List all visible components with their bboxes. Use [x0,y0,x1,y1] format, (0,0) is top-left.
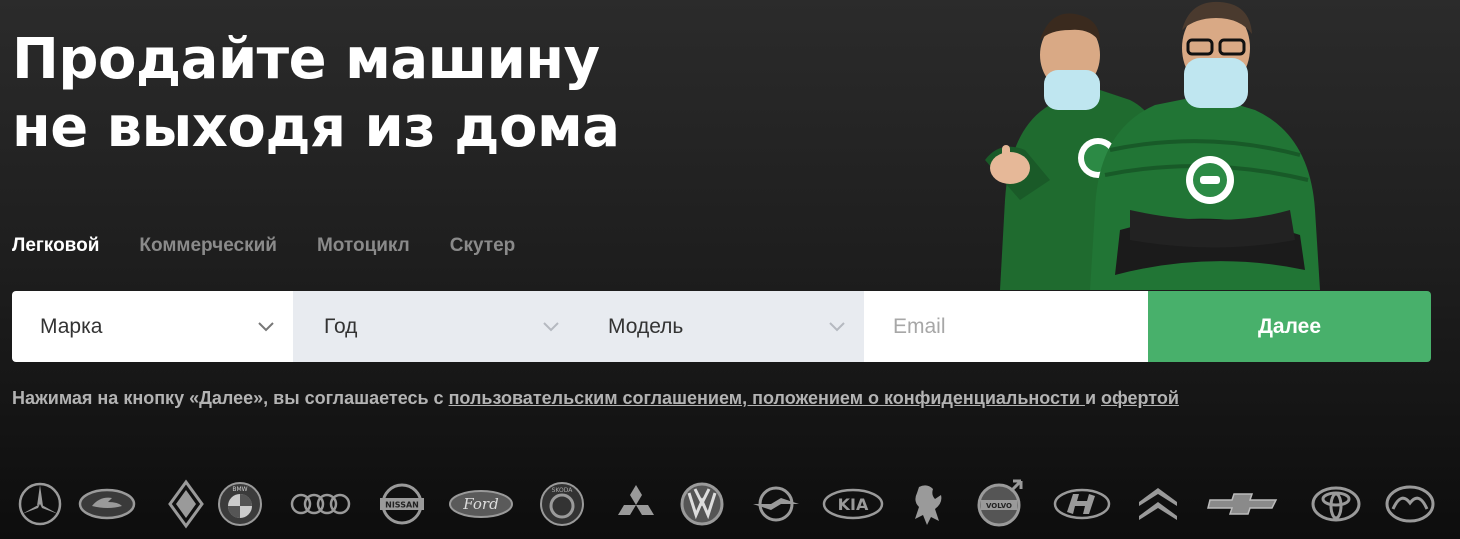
skoda-logo-icon[interactable]: SKODA [532,478,592,530]
toyota-logo-icon[interactable] [1306,478,1366,530]
model-select-value: Модель [608,314,684,338]
chevron-down-icon [828,318,846,336]
vehicle-type-tabs: Легковой Коммерческий Мотоцикл Скутер [12,234,555,258]
volkswagen-logo-icon[interactable] [672,478,732,530]
ford-logo-icon[interactable]: Ford [446,478,516,530]
skoda-logo-text: SKODA [552,487,574,494]
nissan-logo-text: NISSAN [385,501,419,510]
tab-scooter[interactable]: Скутер [450,234,516,258]
renault-logo-icon[interactable] [156,478,216,530]
mazda-logo-icon[interactable] [1380,478,1440,530]
bmw-logo-text: BMW [232,486,247,493]
volvo-logo-icon[interactable]: VOLVO [970,478,1030,530]
kia-logo-text: KIA [838,495,869,514]
hero-mascots-illustration [985,1,1320,290]
lada-logo-icon[interactable] [77,478,137,530]
citroen-logo-icon[interactable] [1128,478,1188,530]
brand-select[interactable]: Марка [12,291,293,362]
opel-logo-icon[interactable] [746,478,806,530]
email-field-wrapper [864,291,1148,362]
volvo-logo-text: VOLVO [986,502,1012,510]
legal-prefix: Нажимая на кнопку «Далее», вы соглашаете… [12,388,449,408]
chevron-down-icon [542,318,560,336]
ford-logo-text: Ford [462,495,498,513]
headline-line-2: не выходя из дома [12,95,620,160]
page-headline: Продайте машину не выходя из дома [12,26,712,162]
model-select[interactable]: Модель [578,291,864,362]
tab-motorcycle[interactable]: Мотоцикл [317,234,410,258]
legal-notice: Нажимая на кнопку «Далее», вы соглашаете… [12,388,1179,409]
kia-logo-icon[interactable]: KIA [820,478,886,530]
audi-logo-icon[interactable] [288,478,352,530]
year-select-value: Год [324,314,358,338]
tab-commercial[interactable]: Коммерческий [139,234,277,258]
headline-line-1: Продайте машину [12,27,600,92]
offer-link[interactable]: офертой [1101,388,1179,408]
chevrolet-logo-icon[interactable] [1206,478,1280,530]
peugeot-logo-icon[interactable] [898,478,958,530]
tab-passenger-car[interactable]: Легковой [12,234,99,258]
sell-car-form: Марка Год Модель Далее [12,291,1431,362]
brand-select-value: Марка [40,314,103,338]
mitsubishi-logo-icon[interactable] [606,478,666,530]
nissan-logo-icon[interactable]: NISSAN [372,478,432,530]
next-button[interactable]: Далее [1148,291,1431,362]
hyundai-logo-icon[interactable] [1050,478,1114,530]
user-agreement-link[interactable]: пользовательским соглашением, положением… [449,388,1085,408]
brand-logos-row: BMW NISSAN Ford SKODA KIA VOLVO [10,478,1450,530]
mercedes-logo-icon[interactable] [10,478,70,530]
email-field[interactable] [893,314,1130,339]
year-select[interactable]: Год [293,291,578,362]
chevron-down-icon [257,318,275,336]
legal-and: и [1084,388,1102,408]
bmw-logo-icon[interactable]: BMW [210,478,270,530]
